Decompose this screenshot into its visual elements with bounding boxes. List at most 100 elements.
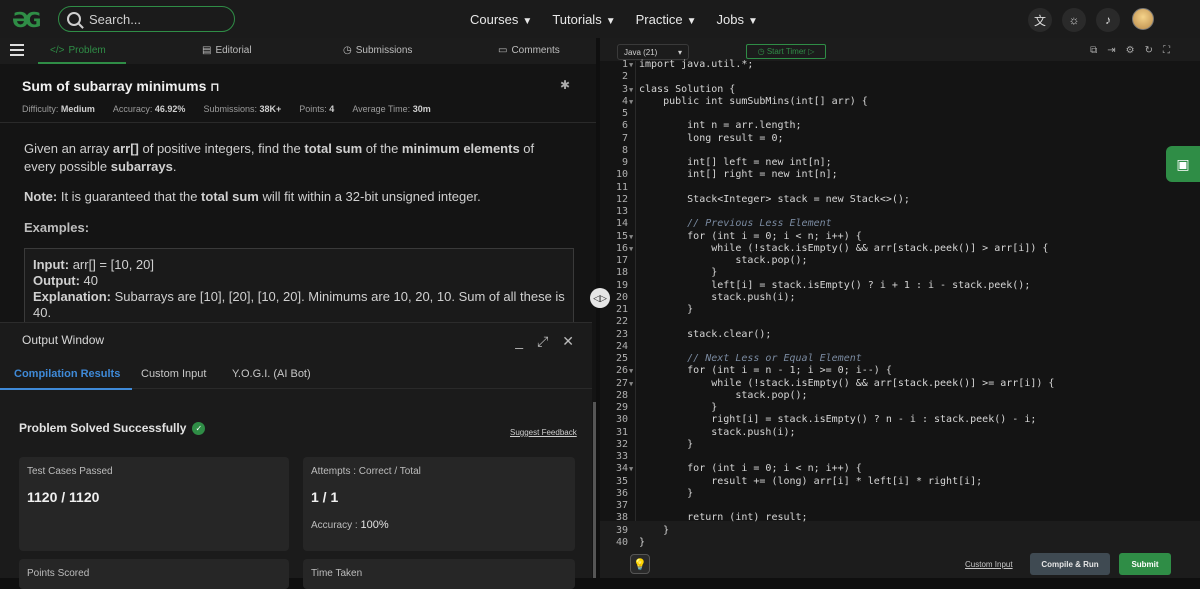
fold-arrow-icon[interactable]: ▼ xyxy=(629,245,633,253)
menu-icon[interactable] xyxy=(10,44,24,56)
problem-meta: Difficulty: Medium Accuracy: 46.92% Subm… xyxy=(22,104,431,114)
tab-yogi-ai-bot[interactable]: Y.O.G.I. (AI Bot) xyxy=(232,368,311,380)
clock-icon: ◷ xyxy=(343,45,352,56)
lightbulb-icon[interactable]: 💡 xyxy=(630,554,650,574)
submit-button[interactable]: Submit xyxy=(1119,553,1171,575)
code-line: stack.pop(); xyxy=(639,389,808,401)
report-bug-icon[interactable]: ✱ xyxy=(560,78,570,92)
timer-icon: ◷ xyxy=(757,47,765,56)
panel-resize-handle[interactable]: ◁▷ xyxy=(590,288,610,308)
caret-down-icon: ▾ xyxy=(677,48,682,57)
expand-icon[interactable]: ⤢ xyxy=(537,333,548,350)
problem-description: Given an array arr[] of positive integer… xyxy=(24,141,535,174)
search-placeholder: Search... xyxy=(89,11,142,27)
check-circle-icon: ✓ xyxy=(192,421,206,435)
tab-compilation-results[interactable]: Compilation Results xyxy=(0,368,133,390)
examples-heading: Examples: xyxy=(24,220,90,235)
code-line: left[i] = stack.isEmpty() ? i + 1 : i - … xyxy=(639,279,1031,291)
settings-icon[interactable]: ⚙ xyxy=(1126,45,1135,56)
fullscreen-icon[interactable]: ⛶ xyxy=(1163,45,1170,56)
line-number: 14 xyxy=(615,218,628,230)
code-line: stack.clear(); xyxy=(639,328,772,340)
line-number: 13 xyxy=(615,206,628,217)
search-box[interactable]: Search... xyxy=(58,6,235,32)
chevron-down-icon: ▼ xyxy=(686,15,697,27)
top-icons: 文 ☼ ♪ xyxy=(1028,8,1120,32)
avatar[interactable] xyxy=(1132,8,1154,30)
code-line: } xyxy=(639,524,670,536)
line-number: 8 xyxy=(621,144,628,156)
fold-arrow-icon[interactable]: ▼ xyxy=(629,380,633,388)
fold-arrow-icon[interactable]: ▼ xyxy=(629,61,633,69)
tab-comments[interactable]: ▭ Comments xyxy=(498,45,560,56)
fold-arrow-icon[interactable]: ▼ xyxy=(629,465,633,473)
code-line: int[] left = new int[n]; xyxy=(639,157,832,168)
fold-arrow-icon[interactable]: ▼ xyxy=(629,233,633,241)
tab-editorial[interactable]: ▤ Editorial xyxy=(202,45,252,56)
code-line: Stack<Integer> stack = new Stack<>(); xyxy=(639,193,910,205)
play-icon: ▷ xyxy=(808,47,815,56)
line-number: 4 xyxy=(621,95,628,107)
tab-submissions[interactable]: ◷ Submissions xyxy=(343,45,412,56)
code-line: } xyxy=(639,402,718,413)
theme-sun-icon[interactable]: ☼ xyxy=(1062,8,1086,32)
fold-arrow-icon[interactable]: ▼ xyxy=(629,86,633,94)
line-number: 6 xyxy=(621,120,628,132)
line-number: 38 xyxy=(615,512,628,524)
nav-tutorials[interactable]: Tutorials ▼ xyxy=(552,12,615,27)
line-number: 34 xyxy=(615,463,628,475)
fold-arrow-icon[interactable]: ▼ xyxy=(629,367,633,375)
language-select[interactable]: Java (21) ▾ xyxy=(617,44,689,60)
status-message: Problem Solved Successfully ✓ xyxy=(19,421,206,435)
bookmark-icon[interactable]: ⊓ xyxy=(210,80,220,94)
line-number: 23 xyxy=(615,328,628,340)
bell-icon[interactable]: ♪ xyxy=(1096,8,1120,32)
code-line: for (int i = 0; i < n; i++) { xyxy=(639,230,862,242)
code-line: } xyxy=(639,536,646,548)
line-number: 9 xyxy=(621,157,628,168)
copy-icon[interactable]: ⧉ xyxy=(1090,45,1097,56)
chat-icon[interactable]: ▣ xyxy=(1166,146,1200,182)
chevron-down-icon: ▼ xyxy=(747,15,758,27)
reset-icon[interactable]: ↻ xyxy=(1145,45,1153,56)
line-number: 24 xyxy=(615,340,628,352)
code-line: while (!stack.isEmpty() && arr[stack.pee… xyxy=(639,377,1055,389)
nav-practice[interactable]: Practice ▼ xyxy=(636,12,697,27)
line-number: 7 xyxy=(621,132,628,144)
gfg-logo[interactable]: ƏG xyxy=(12,8,52,32)
output-window: Output Window _ ⤢ ✕ Compilation Results … xyxy=(0,322,592,589)
code-line: int[] right = new int[n]; xyxy=(639,169,838,181)
close-icon[interactable]: ✕ xyxy=(562,333,574,350)
export-icon[interactable]: ⇥ xyxy=(1107,45,1115,56)
line-number: 18 xyxy=(615,267,628,279)
line-number: 29 xyxy=(615,402,628,413)
start-timer-button[interactable]: ◷ Start Timer ▷ xyxy=(746,44,826,59)
problem-tabs: </> Problem ▤ Editorial ◷ Submissions ▭ Comm… xyxy=(0,38,596,64)
tab-problem[interactable]: </> Problem xyxy=(38,45,126,64)
suggest-feedback-link[interactable]: Suggest Feedback xyxy=(510,428,577,437)
divider xyxy=(0,122,596,123)
line-number: 28 xyxy=(615,389,628,401)
fold-arrow-icon[interactable]: ▼ xyxy=(629,98,633,106)
chevron-down-icon: ▼ xyxy=(522,15,533,27)
custom-input-link[interactable]: Custom Input xyxy=(965,560,1013,569)
compile-run-button[interactable]: Compile & Run xyxy=(1030,553,1110,575)
line-number: 39 xyxy=(615,524,628,536)
comment-icon: ▭ xyxy=(498,45,508,56)
code-line: int n = arr.length; xyxy=(639,120,802,132)
minimize-icon[interactable]: _ xyxy=(515,333,523,350)
output-scrollbar[interactable] xyxy=(593,402,596,578)
output-window-controls: _ ⤢ ✕ xyxy=(515,333,574,350)
translate-icon[interactable]: 文 xyxy=(1028,8,1052,32)
tab-custom-input[interactable]: Custom Input xyxy=(141,368,206,380)
line-number: 31 xyxy=(615,426,628,438)
code-editor[interactable]: 1 ▼ import java.util.*; 2 3 ▼ class Solution {… xyxy=(600,59,1200,548)
nav-courses[interactable]: Courses ▼ xyxy=(470,12,532,27)
code-line: stack.pop(); xyxy=(639,255,808,266)
output-tabs: Compilation Results Custom Input Y.O.G.I… xyxy=(0,359,592,390)
editor-panel: Java (21) ▾ ◷ Start Timer ▷ ⧉ ⇥ ⚙ ↻ ⛶ 1 ▼ i… xyxy=(600,38,1200,578)
line-number: 40 xyxy=(615,536,628,548)
nav-jobs[interactable]: Jobs ▼ xyxy=(716,12,757,27)
line-number: 12 xyxy=(615,193,628,205)
code-line: } xyxy=(639,438,694,450)
